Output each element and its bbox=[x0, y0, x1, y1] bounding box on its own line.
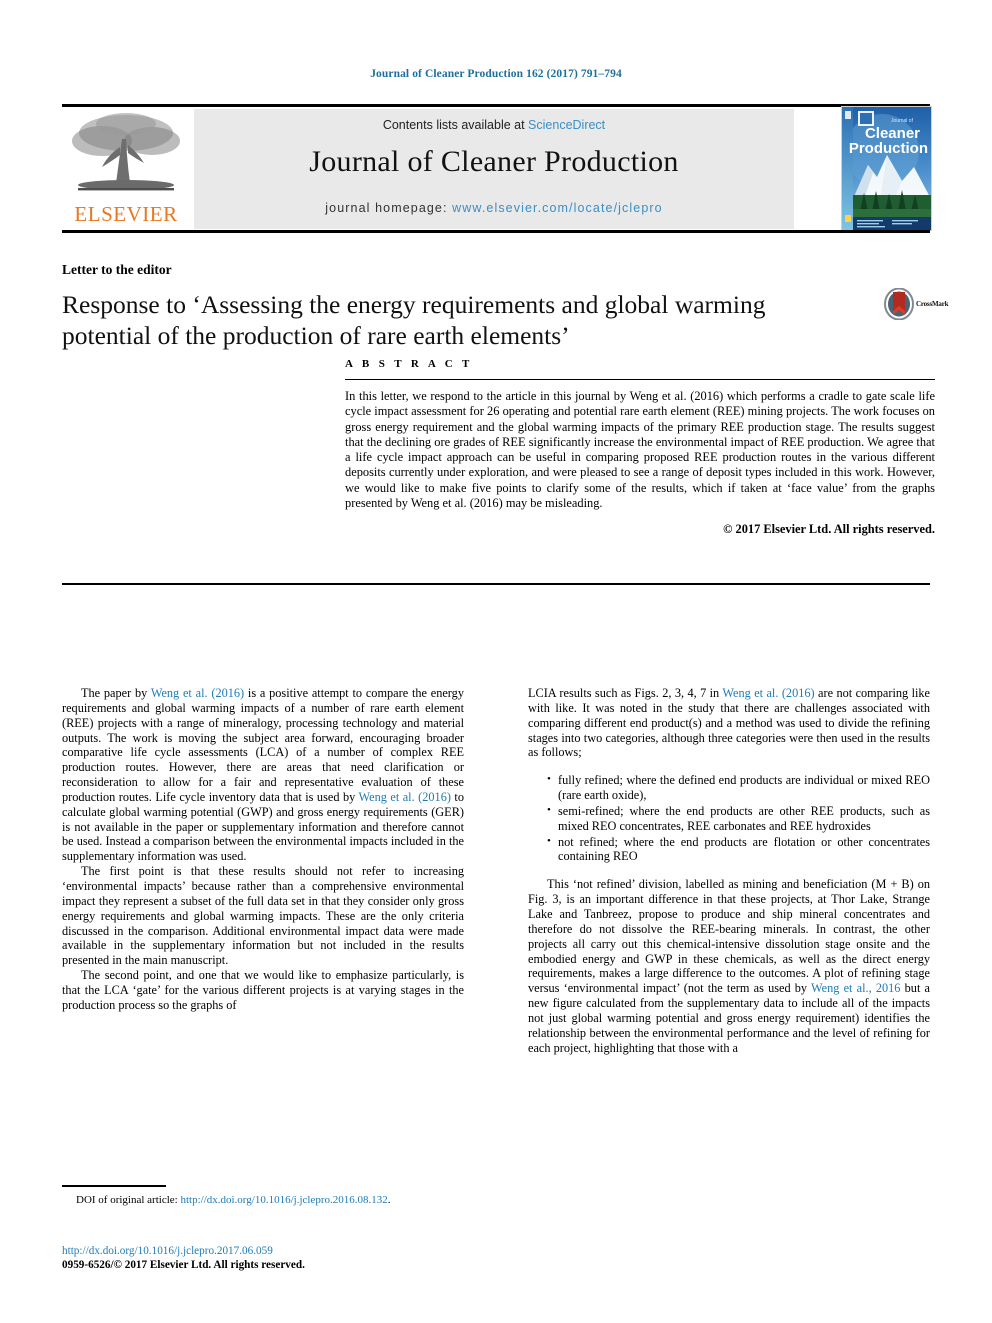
para1-text-a: The paper by bbox=[81, 686, 151, 700]
para1-text-b: is a positive attempt to compare the ene… bbox=[62, 686, 464, 804]
citation-link-weng-2016-3[interactable]: Weng et al. (2016) bbox=[722, 686, 814, 700]
footnote-divider bbox=[62, 1185, 166, 1187]
paragraph-right-1: LCIA results such as Figs. 2, 3, 4, 7 in… bbox=[528, 686, 930, 760]
elsevier-tree-icon bbox=[72, 113, 180, 191]
abstract-section: A B S T R A C T In this letter, we respo… bbox=[345, 358, 935, 537]
crossmark-label: CrossMark bbox=[916, 300, 949, 308]
journal-cover-image: Journal of Cleaner Production bbox=[841, 106, 932, 231]
running-head: Journal of Cleaner Production 162 (2017)… bbox=[370, 68, 622, 80]
elsevier-logo: ELSEVIER bbox=[62, 109, 190, 229]
svg-text:Production: Production bbox=[849, 140, 928, 157]
elsevier-wordmark: ELSEVIER bbox=[74, 202, 178, 226]
abstract-heading: A B S T R A C T bbox=[345, 358, 473, 370]
masthead-center-band: Contents lists available at ScienceDirec… bbox=[194, 109, 794, 229]
journal-homepage-line: journal homepage: www.elsevier.com/locat… bbox=[194, 201, 794, 215]
list-item: not refined; where the end products are … bbox=[547, 834, 930, 865]
section-divider-rule bbox=[62, 583, 930, 585]
footnote-doi-original: DOI of original article: http://dx.doi.o… bbox=[62, 1194, 464, 1207]
homepage-prefix: journal homepage: bbox=[325, 201, 453, 215]
abstract-copyright: © 2017 Elsevier Ltd. All rights reserved… bbox=[723, 522, 935, 537]
list-item: semi-refined; where the end products are… bbox=[547, 803, 930, 834]
paragraph-left-2: The first point is that these results sh… bbox=[62, 864, 464, 968]
abstract-body: In this letter, we respond to the articl… bbox=[345, 389, 935, 511]
footnote-suffix: . bbox=[387, 1194, 391, 1206]
pararight1-text-a: LCIA results such as Figs. 2, 3, 4, 7 in bbox=[528, 686, 723, 700]
citation-link-weng-2016[interactable]: Weng et al. (2016) bbox=[151, 686, 244, 700]
list-item: fully refined; where the defined end pro… bbox=[547, 772, 930, 803]
crossmark-badge-group[interactable]: CrossMark bbox=[884, 288, 948, 322]
body-column-left: The paper by Weng et al. (2016) is a pos… bbox=[62, 686, 464, 1013]
citation-link-weng-2016-2[interactable]: Weng et al. (2016) bbox=[359, 790, 451, 804]
journal-masthead: ELSEVIER Contents lists available at Sci… bbox=[62, 104, 932, 233]
article-doi-link[interactable]: http://dx.doi.org/10.1016/j.jclepro.2017… bbox=[62, 1244, 464, 1258]
imprint-block: http://dx.doi.org/10.1016/j.jclepro.2017… bbox=[62, 1244, 464, 1272]
article-type-label: Letter to the editor bbox=[62, 262, 172, 277]
paragraph-right-2: This ‘not refined’ division, labelled as… bbox=[528, 877, 930, 1055]
contents-prefix: Contents lists available at bbox=[382, 118, 529, 132]
issn-copyright-line: 0959-6526/© 2017 Elsevier Ltd. All right… bbox=[62, 1259, 305, 1271]
svg-text:Journal of: Journal of bbox=[891, 118, 914, 124]
refining-category-list: fully refined; where the defined end pro… bbox=[528, 772, 930, 865]
page-title: Response to ‘Assessing the energy requir… bbox=[62, 290, 766, 350]
article-page: Journal of Cleaner Production 162 (2017)… bbox=[0, 0, 992, 1323]
paragraph-left-3: The second point, and one that we would … bbox=[62, 968, 464, 1012]
crossmark-icon[interactable] bbox=[884, 288, 914, 320]
masthead-bottom-rule bbox=[62, 230, 930, 233]
masthead-top-rule bbox=[62, 104, 930, 107]
sciencedirect-link[interactable]: ScienceDirect bbox=[528, 118, 605, 132]
body-column-right: LCIA results such as Figs. 2, 3, 4, 7 in… bbox=[528, 686, 930, 1055]
footnote-doi-link[interactable]: http://dx.doi.org/10.1016/j.jclepro.2016… bbox=[180, 1194, 387, 1206]
pararight2-text-a: This ‘not refined’ division, labelled as… bbox=[528, 877, 930, 996]
citation-link-weng-2016-4[interactable]: Weng et al., 2016 bbox=[811, 981, 900, 995]
journal-cover-artwork: Journal of Cleaner Production bbox=[842, 107, 931, 230]
paragraph-left-1: The paper by Weng et al. (2016) is a pos… bbox=[62, 686, 464, 864]
contents-available-line: Contents lists available at ScienceDirec… bbox=[194, 118, 794, 132]
homepage-url-link[interactable]: www.elsevier.com/locate/jclepro bbox=[452, 201, 663, 215]
abstract-divider bbox=[345, 379, 935, 380]
footnote-label: DOI of original article: bbox=[76, 1194, 181, 1206]
journal-title: Journal of Cleaner Production bbox=[309, 145, 679, 178]
